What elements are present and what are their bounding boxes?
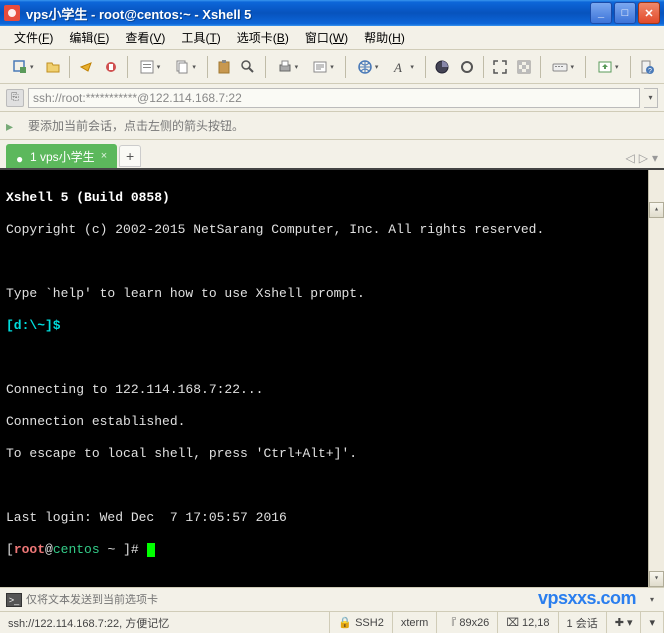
- status-connection: ssh://122.114.168.7:22, 方便记忆: [0, 612, 330, 633]
- status-cap1[interactable]: ✚ ▾: [607, 612, 642, 633]
- window-title: vps小学生 - root@centos:~ - Xshell 5: [26, 4, 590, 23]
- reconnect-button[interactable]: [75, 55, 97, 79]
- status-term-type: xterm: [393, 612, 438, 633]
- menu-view[interactable]: 查看(V): [117, 26, 173, 49]
- tab-session-1[interactable]: ● 1 vps小学生 ×: [6, 144, 117, 168]
- command-input[interactable]: [26, 594, 642, 606]
- session-icon: ⎘: [6, 89, 24, 107]
- maximize-button[interactable]: □: [614, 2, 636, 24]
- open-session-button[interactable]: [42, 55, 64, 79]
- close-button[interactable]: ✕: [638, 2, 660, 24]
- paste-button[interactable]: [213, 55, 235, 79]
- status-size: 『 89x26: [437, 612, 498, 633]
- terminal-line: Type `help' to learn how to use Xshell p…: [6, 286, 658, 302]
- find-button[interactable]: [237, 55, 259, 79]
- copy-button[interactable]: ▾: [168, 55, 202, 79]
- address-input[interactable]: [28, 88, 640, 108]
- terminal-line: [6, 350, 658, 366]
- tab-status-icon: ●: [16, 152, 24, 160]
- minimize-button[interactable]: _: [590, 2, 612, 24]
- terminal-output[interactable]: Xshell 5 (Build 0858) Copyright (c) 2002…: [0, 168, 664, 587]
- terminal-scrollbar[interactable]: ▴ ▾: [648, 170, 664, 587]
- menu-help[interactable]: 帮助(H): [356, 26, 413, 49]
- tab-nav-right[interactable]: ▷: [639, 151, 648, 165]
- menu-tools[interactable]: 工具(T): [173, 26, 228, 49]
- tab-nav-dropdown[interactable]: ▾: [652, 151, 658, 165]
- terminal-line: Xshell 5 (Build 0858): [6, 190, 658, 206]
- app-icon: [4, 5, 20, 21]
- terminal-line: To escape to local shell, press 'Ctrl+Al…: [6, 446, 658, 462]
- disconnect-button[interactable]: [99, 55, 121, 79]
- properties-button[interactable]: ▾: [133, 55, 167, 79]
- hint-arrow-icon[interactable]: ▸: [6, 118, 22, 134]
- status-sessions: 1 会话: [559, 612, 607, 633]
- terminal-line: Connecting to 122.114.168.7:22...: [6, 382, 658, 398]
- menu-window[interactable]: 窗口(W): [297, 26, 356, 49]
- terminal-line: Last login: Wed Dec 7 17:05:57 2016: [6, 510, 658, 526]
- svg-text:A: A: [393, 60, 402, 75]
- terminal-line: Copyright (c) 2002-2015 NetSarang Comput…: [6, 222, 658, 238]
- print-button[interactable]: ▾: [271, 55, 305, 79]
- terminal-line: Connection established.: [6, 414, 658, 430]
- new-tab-button[interactable]: +: [119, 145, 141, 167]
- tab-close-button[interactable]: ×: [101, 150, 107, 162]
- hint-text: 要添加当前会话，点击左侧的箭头按钮。: [28, 117, 244, 134]
- terminal-line: [6, 254, 658, 270]
- new-session-button[interactable]: ▾: [6, 55, 40, 79]
- color-scheme-button[interactable]: [431, 55, 453, 79]
- cursor-icon: [147, 543, 155, 557]
- transfer-button[interactable]: ▾: [591, 55, 625, 79]
- transparency-button[interactable]: [513, 55, 535, 79]
- status-cursor-pos: ⌧ 12,18: [498, 612, 558, 633]
- encoding-button[interactable]: ▾: [351, 55, 385, 79]
- input-target-dropdown[interactable]: ▾: [646, 595, 658, 604]
- help-button[interactable]: ?: [636, 55, 658, 79]
- fullscreen-button[interactable]: [489, 55, 511, 79]
- highlight-button[interactable]: [455, 55, 477, 79]
- tab-label: 1 vps小学生: [30, 148, 95, 165]
- menu-edit[interactable]: 编辑(E): [61, 26, 117, 49]
- menu-file[interactable]: 文件(F): [6, 26, 61, 49]
- terminal-prompt-root: [root@centos ~ ]#: [6, 542, 658, 558]
- lock-icon: 🔒: [338, 616, 352, 629]
- log-button[interactable]: ▾: [306, 55, 340, 79]
- svg-text:?: ?: [648, 68, 652, 75]
- address-dropdown[interactable]: ▾: [644, 88, 658, 108]
- terminal-prompt: [d:\~]$: [6, 318, 658, 334]
- scroll-down-button[interactable]: ▾: [649, 571, 664, 587]
- status-protocol: 🔒SSH2: [330, 612, 392, 633]
- font-button[interactable]: A▾: [386, 55, 420, 79]
- keyboard-button[interactable]: ▾: [546, 55, 580, 79]
- scrollbar-track[interactable]: [649, 186, 664, 571]
- command-input-icon: >_: [6, 593, 22, 607]
- status-cap2[interactable]: ▾: [641, 612, 664, 633]
- menu-tabs[interactable]: 选项卡(B): [229, 26, 297, 49]
- tab-nav-left[interactable]: ◁: [626, 151, 635, 165]
- terminal-line: [6, 478, 658, 494]
